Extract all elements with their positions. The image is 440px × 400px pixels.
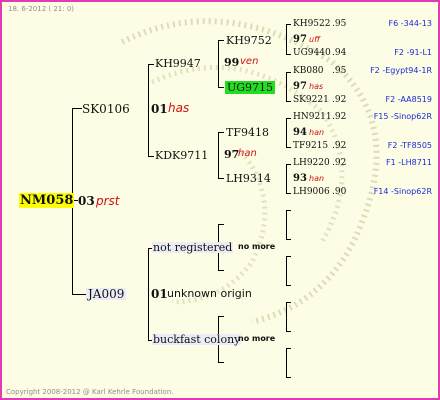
gen4-year: .95 — [332, 19, 347, 29]
connector — [148, 248, 149, 340]
connector — [286, 302, 287, 331]
gen1-bottom-id[interactable]: JA009 — [86, 288, 127, 300]
connector — [72, 108, 82, 109]
gen4-ref[interactable]: F2 -AA8519 — [386, 96, 432, 104]
connector — [72, 294, 86, 295]
gen4-year: .92 — [332, 158, 347, 168]
connector — [218, 270, 224, 271]
gen4-year: .94 — [332, 48, 347, 58]
connector — [148, 64, 154, 65]
gen1-bottom-year: 01 — [151, 287, 168, 301]
connector — [286, 193, 291, 194]
gen3-year: 97 — [293, 81, 307, 92]
connector — [286, 256, 287, 285]
connector — [286, 118, 287, 147]
connector — [218, 40, 219, 87]
connector — [286, 164, 287, 193]
gen4-year: .92 — [332, 141, 347, 151]
gen3-year: 97 — [293, 34, 307, 45]
copyright: Copyright 2008-2012 @ Karl Kehrle Founda… — [6, 388, 174, 396]
gen4-id[interactable]: KH9522 — [293, 20, 330, 29]
gen3-id[interactable]: UG9715 — [225, 81, 276, 94]
gen1-top-year: 01 — [151, 102, 168, 116]
connector — [286, 72, 291, 73]
connector — [286, 377, 291, 378]
gen3-note: han — [309, 128, 325, 137]
gen2-note: no more — [238, 334, 276, 343]
connector — [218, 132, 219, 178]
gen4-year: .95 — [332, 66, 347, 76]
gen3-year: 93 — [293, 173, 307, 184]
gen4-ref[interactable]: F14 -Sinop62R — [374, 188, 432, 196]
connector — [286, 256, 291, 257]
connector — [218, 362, 224, 363]
connector — [286, 302, 291, 303]
connector — [286, 54, 291, 55]
gen3-year: 94 — [293, 127, 307, 138]
connector — [286, 331, 291, 332]
gen3-note: uff — [309, 35, 320, 44]
gen3-id[interactable]: KH9752 — [226, 35, 272, 46]
connector — [218, 178, 224, 179]
connector — [286, 210, 287, 239]
gen4-id[interactable]: UG9440 — [293, 49, 331, 58]
gen2-id[interactable]: KH9947 — [155, 58, 201, 69]
gen4-ref[interactable]: F2 -TF8505 — [388, 142, 432, 150]
gen4-id[interactable]: LH9220 — [293, 159, 330, 168]
gen2-note: ven — [240, 56, 259, 67]
gen4-ref[interactable]: F2 -91-L1 — [394, 49, 432, 57]
gen2-note: han — [238, 148, 257, 159]
gen1-bottom-note: unknown origin — [167, 287, 252, 300]
connector — [286, 164, 291, 165]
gen4-id[interactable]: LH9006 — [293, 188, 330, 197]
gen4-id[interactable]: KB080 — [293, 67, 324, 76]
connector — [286, 101, 291, 102]
queen-id[interactable]: NM058 — [19, 193, 75, 208]
gen4-year: .90 — [332, 187, 347, 197]
gen4-ref[interactable]: F6 -344-13 — [389, 20, 432, 28]
gen3-id[interactable]: TF9418 — [226, 127, 269, 138]
gen3-note: has — [309, 82, 324, 91]
connector — [148, 156, 154, 157]
connector — [286, 24, 291, 25]
connector — [286, 285, 291, 286]
gen4-year: .92 — [332, 112, 347, 122]
connector — [218, 40, 224, 41]
gen4-id[interactable]: TF9215 — [293, 142, 328, 151]
gen2-id[interactable]: not registered — [152, 242, 234, 253]
connector — [286, 210, 291, 211]
connector — [286, 239, 291, 240]
pedigree-frame: 18. 6-2012 ( 21: 0) Copyright 2008-2012 … — [0, 0, 440, 400]
gen4-ref[interactable]: F15 -Sinop62R — [374, 113, 432, 121]
gen3-note: han — [309, 174, 325, 183]
gen2-note: no more — [238, 242, 276, 251]
gen2-id[interactable]: buckfast colony — [152, 334, 242, 345]
gen4-id[interactable]: HN9211 — [293, 113, 332, 122]
connector — [148, 64, 149, 156]
connector — [218, 316, 224, 317]
gen4-id[interactable]: SK9221 — [293, 96, 329, 105]
connector — [286, 348, 287, 377]
queen-note: prst — [96, 194, 120, 208]
connector — [286, 348, 291, 349]
connector — [286, 147, 291, 148]
connector — [218, 87, 224, 88]
gen3-id[interactable]: LH9314 — [226, 173, 271, 184]
gen2-year: 99 — [224, 56, 240, 69]
gen1-top-note: has — [168, 101, 190, 115]
gen4-ref[interactable]: F2 -Egypt94-1R — [370, 67, 432, 75]
queen-year: 03 — [78, 194, 95, 208]
connector — [218, 224, 224, 225]
connector — [286, 72, 287, 101]
connector — [286, 24, 287, 54]
gen4-year: .92 — [332, 95, 347, 105]
gen1-top-id[interactable]: SK0106 — [82, 103, 130, 115]
connector — [218, 132, 224, 133]
gen4-ref[interactable]: F1 -LH8711 — [386, 159, 432, 167]
connector — [286, 118, 291, 119]
gen2-id[interactable]: KDK9711 — [155, 150, 208, 161]
date-stamp: 18. 6-2012 ( 21: 0) — [8, 5, 75, 13]
